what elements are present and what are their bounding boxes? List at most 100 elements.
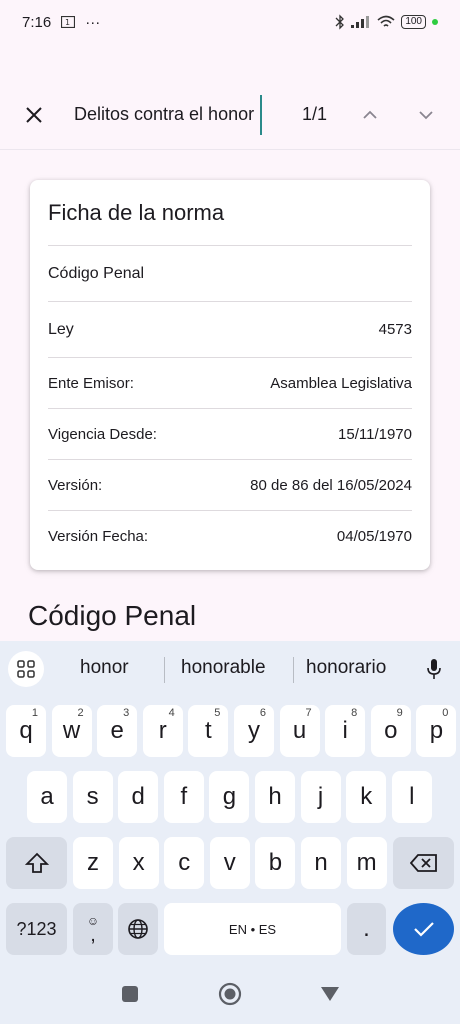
find-bar: 1/1 [0, 80, 460, 150]
symbols-key[interactable]: ?123 [6, 903, 67, 955]
key-m[interactable]: m [346, 837, 387, 889]
check-icon[interactable] [393, 903, 454, 955]
navigation-bar [0, 964, 460, 1024]
back-icon[interactable] [318, 982, 342, 1006]
norm-name: Código Penal [48, 264, 145, 282]
close-icon[interactable] [0, 80, 68, 150]
bluetooth-icon [335, 14, 345, 30]
key-x[interactable]: x [118, 837, 159, 889]
key-label: t [205, 717, 212, 744]
match-count: 1/1 [302, 104, 328, 124]
more-notifications: ··· [85, 13, 101, 31]
row-value: Asamblea Legislativa [270, 374, 412, 392]
norm-name-row: Código Penal [48, 246, 412, 302]
key-z[interactable]: z [73, 837, 113, 889]
key-c[interactable]: c [164, 837, 205, 889]
backspace-key[interactable] [393, 837, 454, 889]
notification-icon: 1 [61, 16, 76, 28]
divider [164, 657, 165, 683]
key-label: r [158, 717, 167, 744]
row-value: 80 de 86 del 16/05/2024 [250, 476, 412, 494]
key-hint: 4 [168, 707, 175, 719]
space-key[interactable]: EN • ES [164, 903, 341, 955]
key-label: u [292, 717, 307, 744]
key-y[interactable]: 6y [234, 705, 274, 757]
status-bar: 7:16 1 ··· 100 [0, 0, 460, 44]
key-label: p [429, 717, 444, 744]
status-time: 7:16 [22, 13, 52, 31]
row-label: Ley [48, 320, 74, 338]
key-j[interactable]: j [300, 771, 341, 823]
suggestion-strip: honor honorable honorario [0, 641, 460, 697]
key-t[interactable]: 5t [188, 705, 229, 757]
card-title: Ficha de la norma [48, 180, 412, 246]
period-key[interactable]: . [347, 903, 386, 955]
key-label: i [342, 717, 348, 744]
comma-label: , [90, 924, 96, 946]
key-hint: 3 [123, 707, 130, 719]
suggestion[interactable]: honor [80, 657, 129, 679]
key-k[interactable]: k [346, 771, 387, 823]
find-input[interactable] [72, 94, 262, 135]
key-label: q [19, 717, 33, 744]
shift-key[interactable] [6, 837, 67, 889]
globe-icon[interactable] [118, 903, 158, 955]
chevron-down-icon[interactable] [398, 80, 454, 150]
key-s[interactable]: s [72, 771, 113, 823]
key-a[interactable]: a [27, 771, 67, 823]
row-value: 4573 [378, 321, 412, 338]
key-hint: 8 [351, 707, 358, 719]
key-w[interactable]: 2w [51, 705, 92, 757]
key-l[interactable]: l [391, 771, 432, 823]
key-hint: 0 [442, 707, 449, 719]
key-q[interactable]: 1q [6, 705, 46, 757]
suggestion[interactable]: honorable [181, 657, 266, 679]
key-e[interactable]: 3e [97, 705, 138, 757]
key-b[interactable]: b [255, 837, 296, 889]
key-label: e [110, 717, 124, 744]
key-label: y [248, 717, 260, 744]
home-icon[interactable] [218, 982, 242, 1006]
row-value: 15/11/1970 [338, 425, 412, 443]
key-hint: 1 [31, 707, 38, 719]
keyboard: honor honorable honorario 1q2w3e4r5t6y7u… [0, 641, 460, 964]
version-row: Versión: 80 de 86 del 16/05/2024 [48, 460, 412, 511]
wifi-icon [377, 15, 395, 29]
row-label: Versión Fecha: [48, 528, 149, 545]
chevron-up-icon[interactable] [342, 80, 398, 150]
key-d[interactable]: d [118, 771, 159, 823]
key-hint: 7 [305, 707, 312, 719]
key-hint: 9 [396, 707, 403, 719]
key-hint: 5 [214, 707, 221, 719]
suggestion[interactable]: honorario [306, 657, 386, 679]
row-label: Vigencia Desde: [48, 425, 157, 443]
key-u[interactable]: 7u [279, 705, 320, 757]
key-label: o [384, 717, 398, 744]
key-hint: 2 [77, 707, 84, 719]
issuer-row: Ente Emisor: Asamblea Legislativa [48, 358, 412, 409]
valid-from-row: Vigencia Desde: 15/11/1970 [48, 409, 412, 460]
key-i[interactable]: 8i [325, 705, 366, 757]
key-h[interactable]: h [255, 771, 295, 823]
key-hint: 6 [259, 707, 266, 719]
battery-indicator: 100 [401, 15, 426, 29]
microphone-icon[interactable] [420, 655, 448, 683]
key-o[interactable]: 9o [370, 705, 411, 757]
section-heading: Código Penal [28, 600, 197, 631]
privacy-dot-icon [432, 19, 438, 25]
row-label: Ente Emisor: [48, 374, 134, 392]
key-v[interactable]: v [209, 837, 250, 889]
recents-icon[interactable] [118, 982, 142, 1006]
emoji-comma-key[interactable]: ☺ , [73, 903, 113, 955]
version-date-row: Versión Fecha: 04/05/1970 [48, 511, 412, 562]
key-g[interactable]: g [209, 771, 250, 823]
apps-grid-icon[interactable] [8, 651, 44, 687]
svg-text:1: 1 [65, 18, 70, 27]
key-n[interactable]: n [301, 837, 341, 889]
signal-icon [351, 16, 371, 28]
key-f[interactable]: f [163, 771, 204, 823]
key-r[interactable]: 4r [142, 705, 183, 757]
law-row: Ley 4573 [48, 302, 412, 358]
key-label: w [62, 717, 81, 744]
key-p[interactable]: 0p [416, 705, 457, 757]
